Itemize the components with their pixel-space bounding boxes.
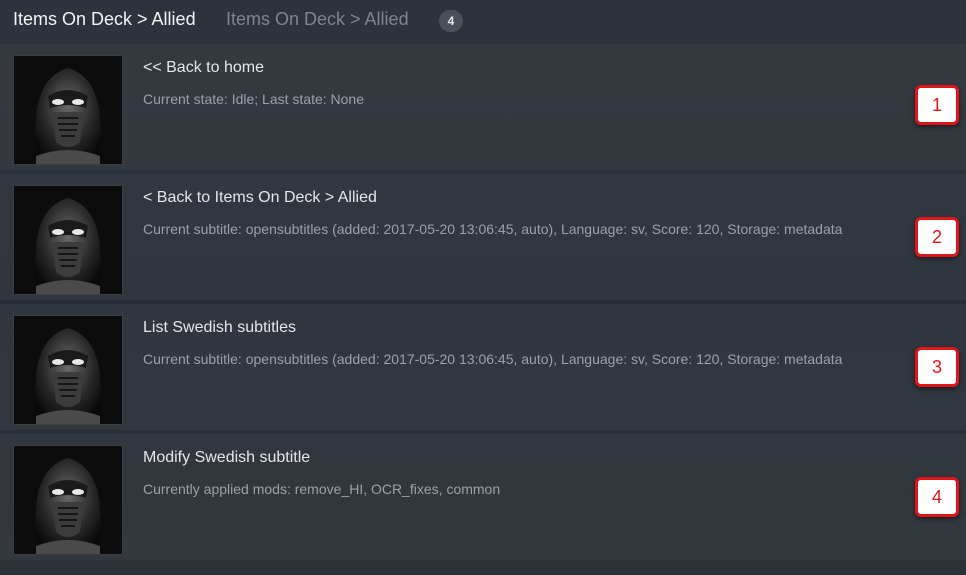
- item-title[interactable]: < Back to Items On Deck > Allied: [143, 189, 377, 207]
- page-title: Items On Deck > Allied: [13, 9, 196, 29]
- annotation-badge: 3: [915, 347, 959, 387]
- item-title[interactable]: List Swedish subtitles: [143, 319, 296, 337]
- item-description: Currently applied mods: remove_HI, OCR_f…: [143, 481, 501, 497]
- annotation-badge: 1: [915, 85, 959, 125]
- list-item[interactable]: Modify Swedish subtitle Currently applie…: [0, 434, 966, 560]
- breadcrumb[interactable]: Items On Deck > Allied: [226, 9, 409, 30]
- header-bar: Items On Deck > Allied Items On Deck > A…: [0, 0, 966, 42]
- masked-warrior-thumbnail: [14, 56, 122, 164]
- masked-warrior-thumbnail: [14, 446, 122, 554]
- annotation-badge: 2: [915, 217, 959, 257]
- item-description: Current subtitle: opensubtitles (added: …: [143, 221, 843, 237]
- thumbnail-image: [13, 185, 123, 295]
- thumbnail-image: [13, 315, 123, 425]
- annotation-badge: 4: [915, 477, 959, 517]
- list-item[interactable]: << Back to home Current state: Idle; Las…: [0, 44, 966, 170]
- item-title[interactable]: << Back to home: [143, 59, 264, 77]
- item-count-badge: 4: [439, 10, 463, 32]
- thumbnail-image: [13, 445, 123, 555]
- item-description: Current state: Idle; Last state: None: [143, 91, 365, 107]
- item-description: Current subtitle: opensubtitles (added: …: [143, 351, 843, 367]
- masked-warrior-thumbnail: [14, 316, 122, 424]
- thumbnail-image: [13, 55, 123, 165]
- list-item[interactable]: < Back to Items On Deck > Allied Current…: [0, 174, 966, 300]
- masked-warrior-thumbnail: [14, 186, 122, 294]
- item-title[interactable]: Modify Swedish subtitle: [143, 449, 310, 467]
- list-item[interactable]: List Swedish subtitles Current subtitle:…: [0, 304, 966, 430]
